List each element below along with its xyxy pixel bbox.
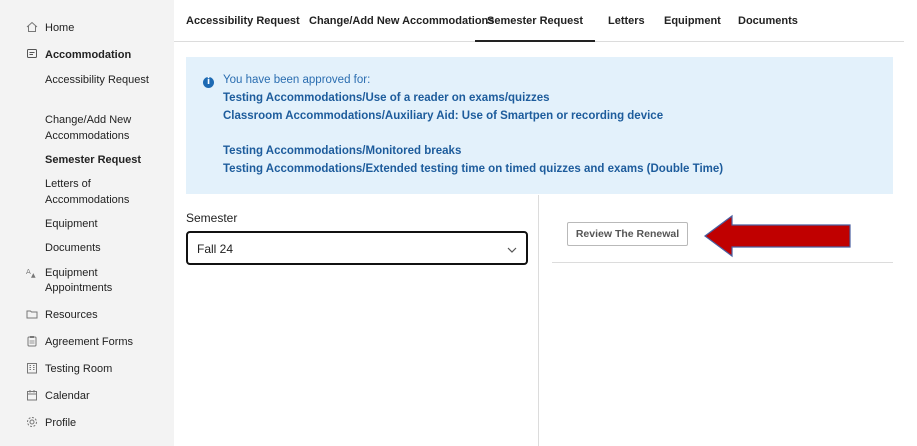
accommodation-item: Testing Accommodations/Use of a reader o…: [223, 92, 550, 104]
home-icon: [26, 21, 38, 33]
sidebar-subitem-letters[interactable]: Letters of Accommodations: [45, 176, 165, 208]
gear-icon: [26, 416, 38, 428]
sidebar-subitem-equipment[interactable]: Equipment: [45, 216, 165, 232]
calendar-icon: [26, 389, 38, 401]
tab-bar: Accessibility Request Change/Add New Acc…: [174, 0, 904, 42]
chevron-down-icon: [506, 243, 518, 255]
sidebar-item-label: Home: [45, 22, 75, 34]
clipboard-icon: [26, 335, 38, 347]
sidebar-item-label: Equipment Appointments: [45, 267, 113, 294]
equipment-appointments-icon: A ▲: [26, 266, 38, 278]
annotation-arrow: [703, 214, 851, 258]
sidebar-subitem-documents[interactable]: Documents: [45, 240, 165, 256]
svg-text:▲: ▲: [31, 272, 36, 278]
section-divider: [552, 262, 893, 263]
accommodation-icon: [26, 48, 38, 60]
info-icon: i: [203, 77, 214, 88]
sidebar-item-label: Profile: [45, 417, 77, 429]
approved-accommodations-alert: i You have been approved for: Testing Ac…: [186, 57, 893, 194]
accommodation-item: Testing Accommodations/Extended testing …: [223, 163, 724, 175]
sidebar-subitem-semester-request[interactable]: Semester Request: [45, 152, 165, 168]
sidebar-item-label: Agreement Forms: [45, 336, 134, 348]
tab-change-add-accommodations[interactable]: Change/Add New Accommodations: [309, 0, 494, 42]
pane-divider: [538, 195, 539, 446]
sidebar: Home Accommodation Accessibility Request…: [0, 0, 174, 446]
tab-semester-request[interactable]: Semester Request: [475, 0, 595, 42]
tab-accessibility-request[interactable]: Accessibility Request: [186, 0, 300, 42]
sidebar-subitem-accessibility-request[interactable]: Accessibility Request: [45, 72, 165, 88]
accommodation-item: Classroom Accommodations/Auxiliary Aid: …: [223, 110, 664, 122]
tab-equipment[interactable]: Equipment: [664, 0, 721, 42]
tab-letters[interactable]: Letters: [608, 0, 645, 42]
alert-intro: You have been approved for:: [223, 74, 371, 86]
sidebar-item-label: Resources: [45, 309, 98, 321]
semester-select[interactable]: Fall 24: [186, 231, 528, 265]
sidebar-item-label: Testing Room: [45, 363, 113, 375]
semester-label: Semester: [186, 211, 238, 225]
building-icon: [26, 362, 38, 374]
sidebar-item-label: Accommodation: [45, 49, 132, 61]
semester-selected-value: Fall 24: [197, 242, 234, 256]
sidebar-subitem-change-add-accommodations[interactable]: Change/Add New Accommodations: [45, 112, 165, 144]
folder-icon: [26, 308, 38, 320]
review-renewal-button[interactable]: Review The Renewal: [567, 222, 688, 246]
accommodation-item: Testing Accommodations/Monitored breaks: [223, 145, 462, 157]
tab-documents[interactable]: Documents: [738, 0, 798, 42]
sidebar-item-label: Calendar: [45, 390, 90, 402]
